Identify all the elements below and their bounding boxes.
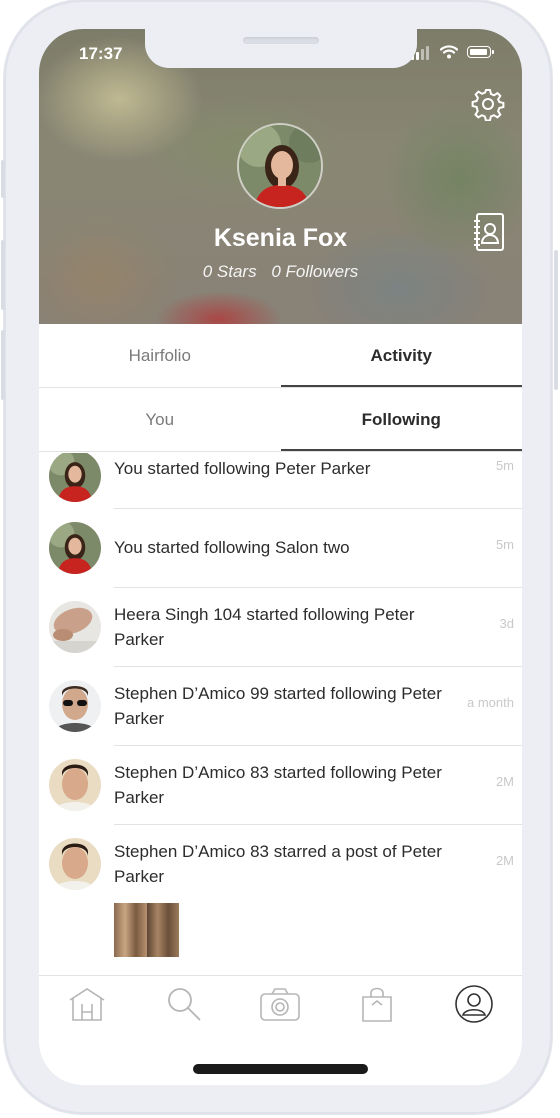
tab-hairfolio[interactable]: Hairfolio bbox=[39, 324, 281, 387]
silent-switch bbox=[1, 160, 5, 198]
nav-search[interactable] bbox=[136, 976, 233, 1031]
main-tabs: Hairfolio Activity bbox=[39, 324, 522, 388]
tab-following[interactable]: Following bbox=[280, 388, 523, 451]
activity-time: 2M bbox=[495, 774, 514, 789]
list-item[interactable]: Stephen D’Amico 99 started following Pet… bbox=[39, 667, 522, 746]
stars-count[interactable]: 0 Stars bbox=[203, 262, 257, 281]
avatar[interactable] bbox=[49, 759, 101, 811]
list-item[interactable]: You started following Salon two 5m bbox=[39, 509, 522, 588]
list-item[interactable]: Stephen D’Amico 83 started following Pet… bbox=[39, 746, 522, 825]
activity-text: Stephen D’Amico 83 started following Pet… bbox=[114, 763, 442, 807]
notch bbox=[145, 29, 417, 68]
wifi-icon bbox=[440, 45, 458, 59]
activity-text: Stephen D’Amico 83 starred a post of Pet… bbox=[114, 842, 442, 886]
nav-home[interactable] bbox=[39, 976, 136, 1031]
activity-text: You started following Salon two bbox=[114, 538, 350, 557]
nav-camera[interactable] bbox=[232, 976, 329, 1031]
nav-shop[interactable] bbox=[329, 976, 426, 1031]
shopping-bag-icon bbox=[362, 987, 392, 1022]
gear-icon[interactable] bbox=[471, 87, 505, 121]
home-indicator[interactable] bbox=[193, 1064, 368, 1074]
avatar[interactable] bbox=[49, 522, 101, 574]
post-thumbnail[interactable] bbox=[114, 903, 179, 957]
status-time: 17:37 bbox=[79, 44, 123, 63]
avatar[interactable] bbox=[49, 601, 101, 653]
activity-text: Stephen D’Amico 99 started following Pet… bbox=[114, 684, 442, 728]
search-icon bbox=[167, 987, 201, 1021]
profile-avatar[interactable] bbox=[237, 123, 323, 209]
profile-name: Ksenia Fox bbox=[213, 224, 348, 252]
activity-time: 2M bbox=[495, 853, 514, 868]
avatar-photo bbox=[239, 125, 321, 207]
app-screen: 17:37 Ksenia Fox 0 Stars 0 Followers Hai… bbox=[39, 29, 522, 1085]
speaker bbox=[243, 37, 319, 44]
activity-text: You started following Peter Parker bbox=[114, 459, 371, 478]
avatar[interactable] bbox=[49, 453, 101, 502]
avatar[interactable] bbox=[49, 838, 101, 890]
camera-icon bbox=[260, 987, 301, 1021]
activity-feed: You started following Peter Parker 5m Yo… bbox=[39, 453, 522, 975]
volume-down-button bbox=[1, 330, 5, 400]
tab-you[interactable]: You bbox=[39, 388, 281, 451]
activity-time: 5m bbox=[495, 458, 514, 473]
list-item[interactable]: Heera Singh 104 started following Peter … bbox=[39, 588, 522, 667]
avatar[interactable] bbox=[49, 680, 101, 732]
tab-activity[interactable]: Activity bbox=[280, 324, 523, 387]
list-item[interactable]: You started following Peter Parker 5m bbox=[39, 453, 522, 509]
list-item[interactable]: Stephen D’Amico 83 starred a post of Pet… bbox=[39, 825, 522, 904]
profile-icon bbox=[454, 984, 493, 1023]
volume-up-button bbox=[1, 240, 5, 310]
power-button bbox=[554, 250, 558, 390]
activity-time: 3d bbox=[499, 616, 514, 631]
activity-time: a month bbox=[467, 695, 514, 710]
activity-text: Heera Singh 104 started following Peter … bbox=[114, 605, 415, 649]
activity-subtabs: You Following bbox=[39, 388, 522, 452]
activity-time: 5m bbox=[495, 537, 514, 552]
bottom-nav bbox=[39, 975, 522, 1031]
battery-icon bbox=[467, 46, 494, 58]
home-icon bbox=[69, 987, 105, 1021]
nav-profile[interactable] bbox=[425, 976, 522, 1031]
profile-stats: 0 Stars 0 Followers bbox=[39, 262, 522, 282]
followers-count[interactable]: 0 Followers bbox=[271, 262, 358, 281]
